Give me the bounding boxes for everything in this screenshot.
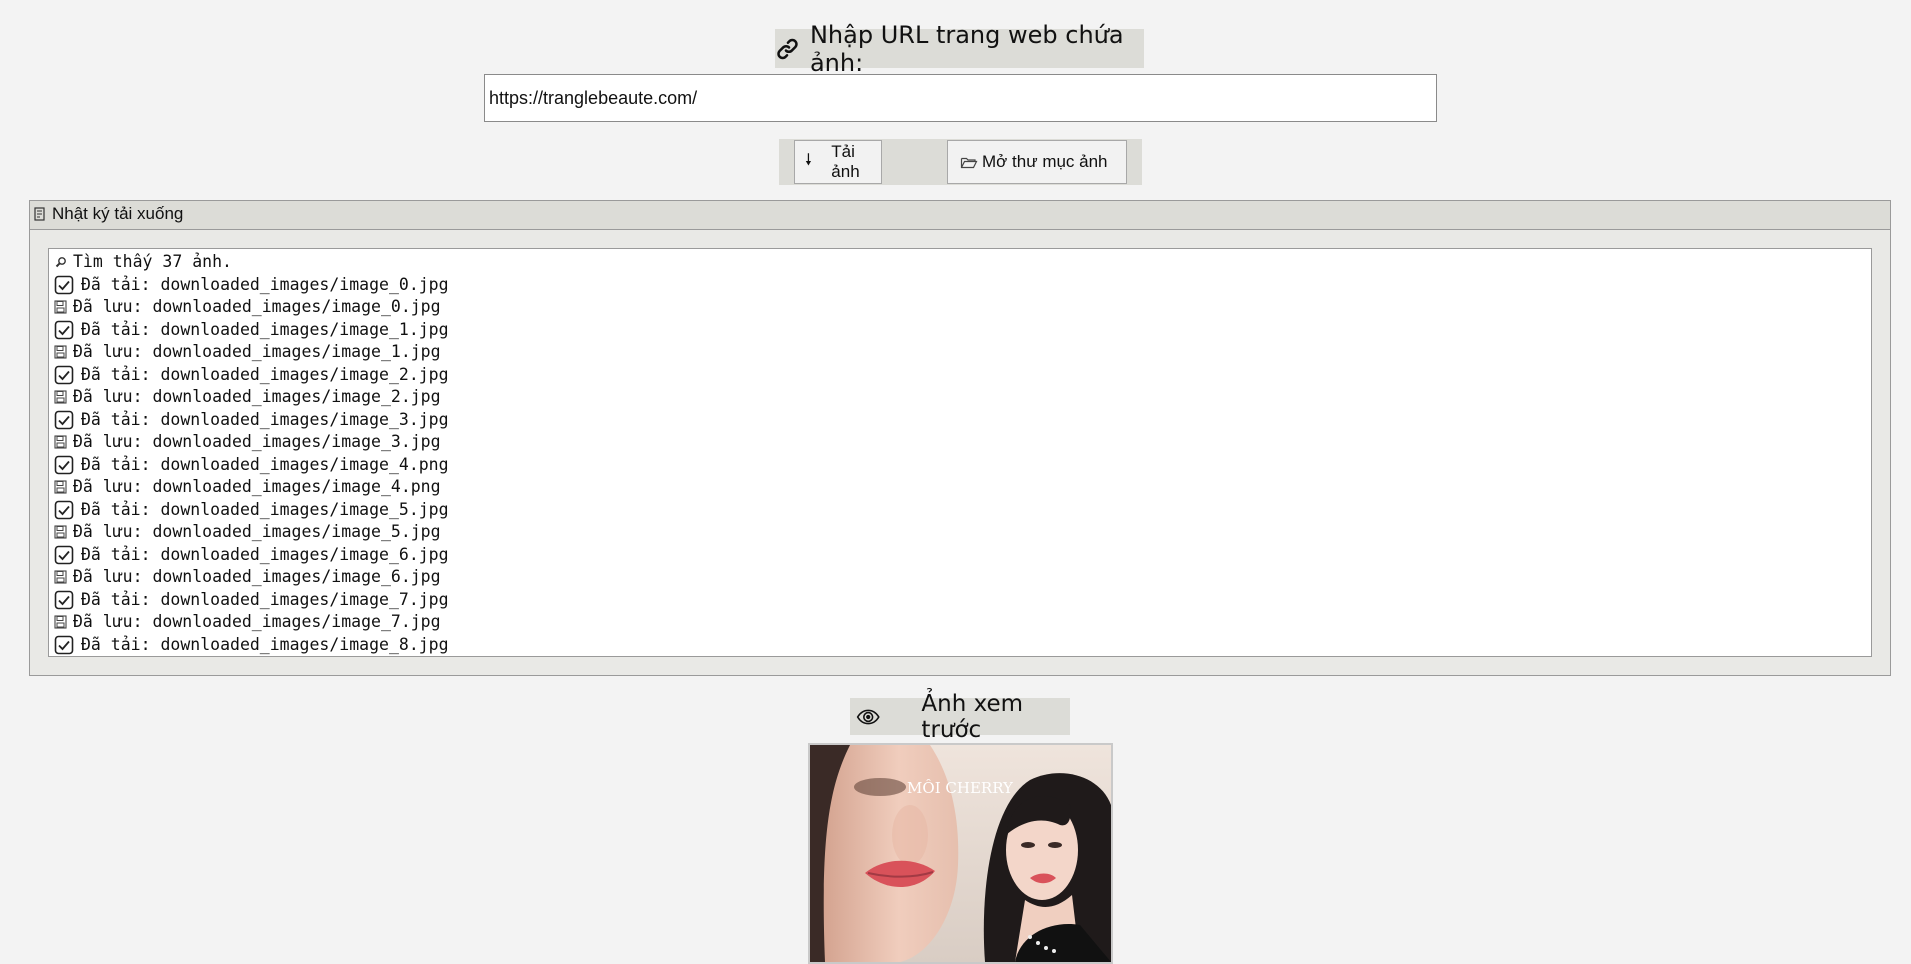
url-label-text: Nhập URL trang web chứa ảnh: xyxy=(809,20,1124,77)
log-line: Đã tải: downloaded_images/image_3.jpg xyxy=(53,409,1871,432)
log-line-text: Đã tải: downloaded_images/image_5.jpg xyxy=(81,499,449,519)
button-bar: 🠗 Tải ảnh Mở thư mục ảnh xyxy=(779,139,1142,185)
log-line-text: Đã tải: downloaded_images/image_7.jpg xyxy=(81,589,449,609)
log-line: Đã tải: downloaded_images/image_1.jpg xyxy=(53,319,1871,342)
download-log-textbox[interactable]: Tìm thấy 37 ảnh. Đã tải: downloaded_image… xyxy=(48,248,1872,657)
log-line: Đã lưu: downloaded_images/image_4.png xyxy=(53,476,1871,499)
eye-icon xyxy=(856,709,880,724)
check-box-icon xyxy=(53,275,75,295)
floppy-disk-icon xyxy=(53,615,68,629)
log-line: Đã lưu: downloaded_images/image_3.jpg xyxy=(53,431,1871,454)
log-line: Đã lưu: downloaded_images/image_2.jpg xyxy=(53,386,1871,409)
down-arrow-icon: 🠗 xyxy=(805,151,812,169)
floppy-disk-icon xyxy=(53,435,68,449)
check-box-icon xyxy=(53,590,75,610)
log-line-text: Đã lưu: downloaded_images/image_6.jpg xyxy=(73,567,441,586)
floppy-disk-icon xyxy=(53,570,68,584)
download-log-panel: Tìm thấy 37 ảnh. Đã tải: downloaded_image… xyxy=(30,229,1890,675)
log-line-text: Đã lưu: downloaded_images/image_1.jpg xyxy=(73,342,441,361)
log-line: Đã tải: downloaded_images/image_5.jpg xyxy=(53,499,1871,522)
log-line: Đã lưu: downloaded_images/image_0.jpg xyxy=(53,296,1871,319)
log-line-text: Đã lưu: downloaded_images/image_4.png xyxy=(73,477,441,496)
log-line-text: Đã lưu: downloaded_images/image_2.jpg xyxy=(73,387,441,406)
check-box-icon xyxy=(53,365,75,385)
log-line-text: Đã tải: downloaded_images/image_1.jpg xyxy=(81,319,449,339)
log-line-text: Đã tải: downloaded_images/image_3.jpg xyxy=(81,409,449,429)
check-box-icon xyxy=(53,410,75,430)
magnifier-icon xyxy=(53,256,68,268)
floppy-disk-icon xyxy=(53,345,68,359)
url-label: Nhập URL trang web chứa ảnh: xyxy=(775,21,1144,77)
open-folder-label: Mở thư mục ảnh xyxy=(982,152,1108,171)
download-log-title: Nhật ký tải xuống xyxy=(32,201,183,227)
log-line-text: Đã lưu: downloaded_images/image_3.jpg xyxy=(73,432,441,451)
log-line: Đã tải: downloaded_images/image_2.jpg xyxy=(53,364,1871,387)
floppy-disk-icon xyxy=(53,390,68,404)
floppy-disk-icon xyxy=(53,480,68,494)
preview-label-text: Ảnh xem trước xyxy=(921,690,1024,743)
download-log-frame: Nhật ký tải xuống Tìm thấy 37 ảnh. Đã tải… xyxy=(29,200,1891,676)
log-line: Đã lưu: downloaded_images/image_6.jpg xyxy=(53,566,1871,589)
app-window: Nhập URL trang web chứa ảnh: 🠗 Tải ảnh M… xyxy=(0,0,1911,964)
preview-photo: MÔI CHERRY xyxy=(810,745,1111,962)
url-input[interactable] xyxy=(484,74,1437,122)
log-line: Đã tải: downloaded_images/image_8.jpg xyxy=(53,634,1871,657)
log-line: Tìm thấy 37 ảnh. xyxy=(53,251,1871,274)
log-line-text: Đã tải: downloaded_images/image_8.jpg xyxy=(81,634,449,654)
link-icon xyxy=(777,38,798,59)
log-line: Đã tải: downloaded_images/image_7.jpg xyxy=(53,589,1871,612)
log-line-text: Đã tải: downloaded_images/image_2.jpg xyxy=(81,364,449,384)
scroll-icon xyxy=(34,207,45,221)
log-line-text: Đã tải: downloaded_images/image_4.png xyxy=(81,454,449,474)
log-line-text: Đã tải: downloaded_images/image_6.jpg xyxy=(81,544,449,564)
floppy-disk-icon xyxy=(53,525,68,539)
check-box-icon xyxy=(53,455,75,475)
log-line: Đã lưu: downloaded_images/image_7.jpg xyxy=(53,611,1871,634)
log-line-text: Đã tải: downloaded_images/image_0.jpg xyxy=(81,274,449,294)
log-line: Đã tải: downloaded_images/image_0.jpg xyxy=(53,274,1871,297)
log-line: Đã lưu: downloaded_images/image_1.jpg xyxy=(53,341,1871,364)
check-box-icon xyxy=(53,320,75,340)
floppy-disk-icon xyxy=(53,300,68,314)
check-box-icon xyxy=(53,545,75,565)
check-box-icon xyxy=(53,635,75,655)
log-line-text: Đã lưu: downloaded_images/image_5.jpg xyxy=(73,522,441,541)
log-line: Đã tải: downloaded_images/image_6.jpg xyxy=(53,544,1871,567)
log-line: Đã tải: downloaded_images/image_4.png xyxy=(53,454,1871,477)
download-images-button[interactable]: 🠗 Tải ảnh xyxy=(794,140,882,184)
log-line-text: Đã lưu: downloaded_images/image_7.jpg xyxy=(73,612,441,631)
download-images-label: Tải ảnh xyxy=(831,142,860,181)
download-log-title-text: Nhật ký tải xuống xyxy=(52,204,184,223)
preview-image: MÔI CHERRY xyxy=(808,743,1113,964)
preview-label: Ảnh xem trước xyxy=(850,691,1070,743)
log-line-text: Đã lưu: downloaded_images/image_0.jpg xyxy=(73,297,441,316)
folder-open-icon xyxy=(960,157,978,169)
preview-caption: MÔI CHERRY xyxy=(907,779,1014,797)
log-line-text: Tìm thấy 37 ảnh. xyxy=(73,252,232,271)
log-line: Đã lưu: downloaded_images/image_5.jpg xyxy=(53,521,1871,544)
open-folder-button[interactable]: Mở thư mục ảnh xyxy=(947,140,1127,184)
check-box-icon xyxy=(53,500,75,520)
